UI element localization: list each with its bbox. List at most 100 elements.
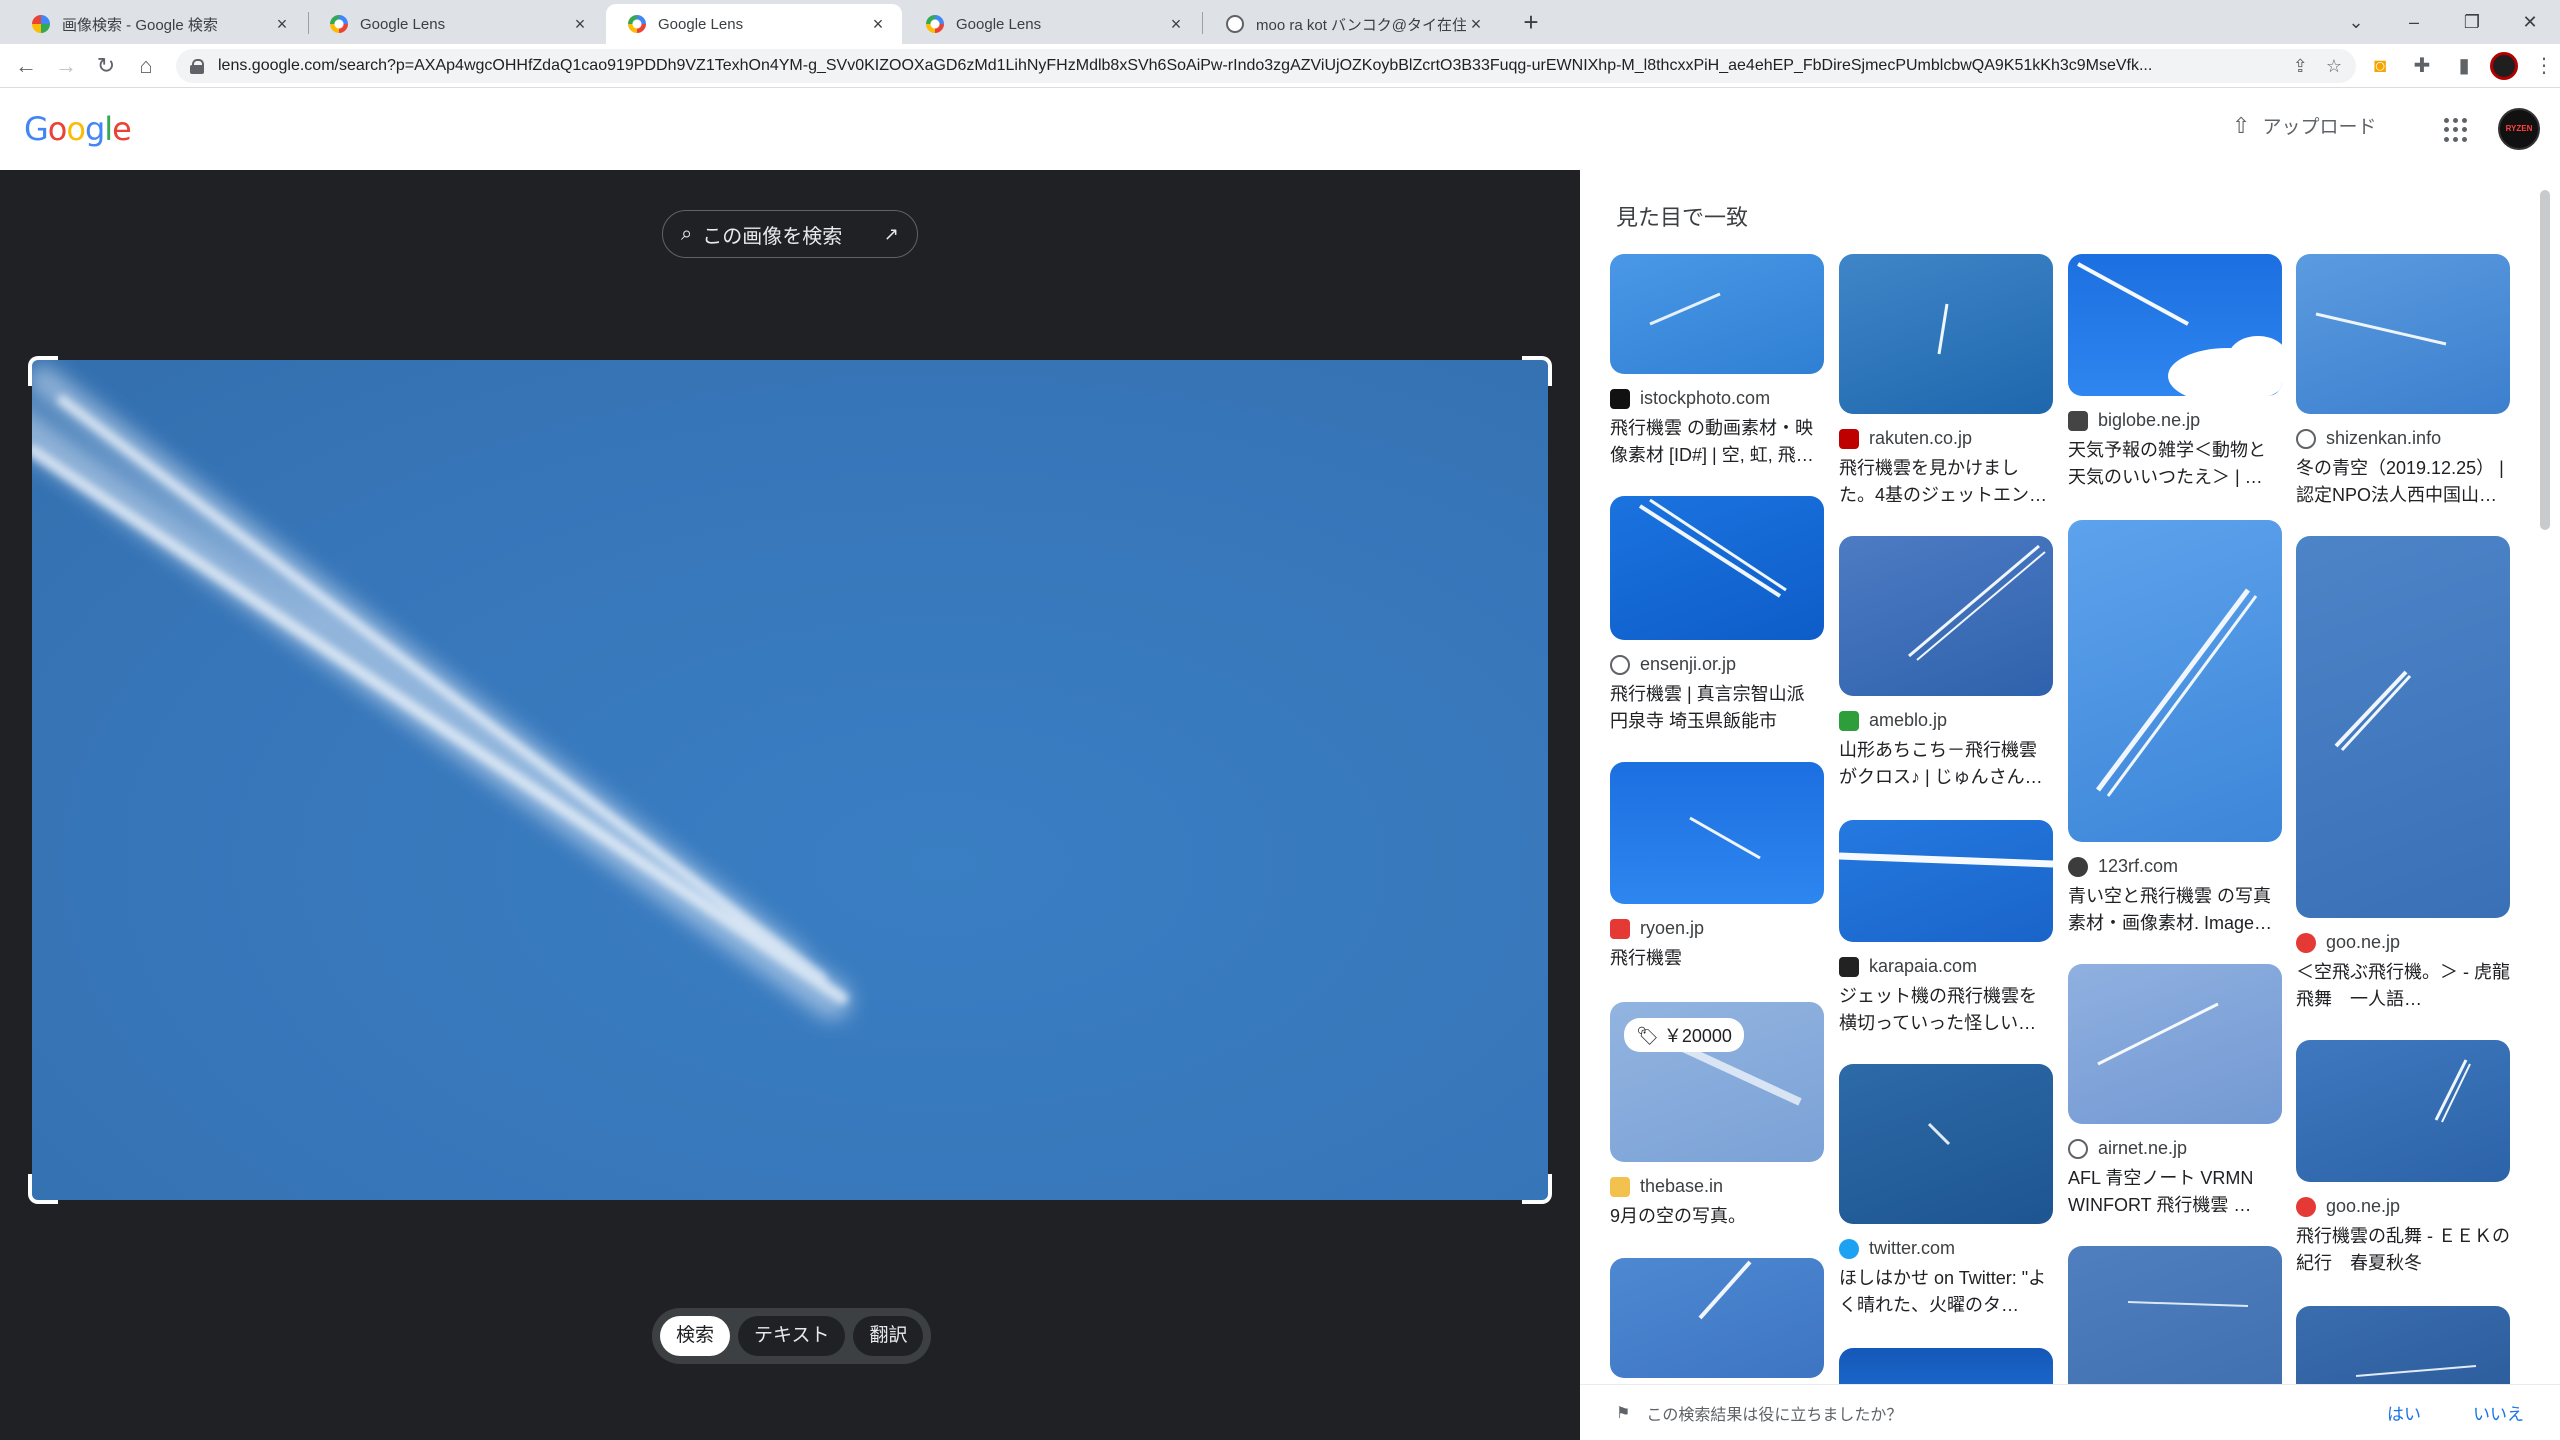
result-thumbnail[interactable] — [2068, 254, 2282, 396]
google-icon — [32, 15, 50, 33]
query-image[interactable] — [32, 360, 1548, 1200]
result-thumbnail[interactable] — [2296, 1040, 2510, 1182]
crop-handle-bottom-right[interactable] — [1522, 1174, 1552, 1204]
close-icon[interactable]: × — [868, 14, 888, 34]
tab-moo-ra-kot[interactable]: moo ra kot バンコク@タイ在住／ま × — [1204, 4, 1500, 44]
feedback-no-button[interactable]: いいえ — [2473, 1400, 2524, 1425]
crop-handle-top-left[interactable] — [28, 356, 58, 386]
search-image-label: この画像を検索 — [702, 225, 843, 248]
share-icon[interactable]: ⇪ — [2293, 56, 2308, 77]
tab-strip: 画像検索 - Google 検索 × Google Lens × Google … — [0, 0, 2560, 44]
result-card[interactable]: shizenkan.info 冬の青空（2019.12.25） | 認定NPO法… — [2296, 254, 2510, 509]
lock-icon[interactable] — [190, 59, 204, 74]
result-thumbnail[interactable]: 🏷 ￥20000 — [1610, 1002, 1824, 1162]
back-button[interactable]: ← — [10, 50, 42, 82]
tab-google-lens-3[interactable]: Google Lens × — [904, 4, 1200, 44]
result-description: 冬の青空（2019.12.25） | 認定NPO法人西中国山… — [2296, 458, 2504, 505]
address-bar[interactable]: lens.google.com/search?p=AXAp4wgcOHHfZda… — [176, 49, 2356, 83]
close-icon[interactable]: × — [1166, 14, 1186, 34]
result-thumbnail[interactable] — [2068, 964, 2282, 1124]
home-button[interactable]: ⌂ — [130, 50, 162, 82]
apps-grid-icon[interactable] — [2444, 118, 2468, 142]
result-card[interactable]: goo.ne.jp 飛行機雲の乱舞 - ＥＥＫの紀行 春夏秋冬 — [2296, 1040, 2510, 1277]
result-card[interactable]: ensenji.or.jp 飛行機雲 | 真言宗智山派 円泉寺 埼玉県飯能市 — [1610, 496, 1824, 735]
result-card[interactable]: ameblo.jp 山形あちこち－飛行機雲がクロス♪ | じゅんさん… — [1839, 536, 2053, 791]
contrail-thumbnail — [2434, 1059, 2471, 1123]
result-thumbnail[interactable] — [1839, 254, 2053, 414]
feedback-icon: ⚑ — [1616, 1404, 1631, 1422]
result-thumbnail[interactable] — [1839, 536, 2053, 696]
result-thumbnail[interactable] — [1610, 1258, 1824, 1378]
mode-translate-button[interactable]: 翻訳 — [853, 1316, 924, 1356]
result-card[interactable] — [2068, 1246, 2282, 1406]
result-thumbnail[interactable] — [1839, 1064, 2053, 1224]
result-thumbnail[interactable] — [1610, 496, 1824, 640]
result-site: thebase.in — [1640, 1176, 1724, 1196]
result-thumbnail[interactable] — [2296, 254, 2510, 414]
lens-icon — [926, 15, 944, 33]
result-card[interactable]: istockphoto.com 飛行機雲 の動画素材・映像素材 [ID#] | … — [1610, 254, 1824, 469]
close-icon[interactable]: × — [1466, 14, 1486, 34]
tab-google-lens-active[interactable]: Google Lens × — [606, 4, 902, 44]
feedback-yes-button[interactable]: はい — [2387, 1400, 2421, 1425]
maximize-button[interactable]: ❐ — [2444, 4, 2500, 40]
tab-image-search[interactable]: 画像検索 - Google 検索 × — [10, 4, 306, 44]
result-thumbnail[interactable] — [1839, 820, 2053, 942]
bookmark-star-icon[interactable]: ☆ — [2326, 56, 2342, 77]
result-card[interactable]: goo.ne.jp ＜空飛ぶ飛行機。＞ - 虎龍 飛舞 一人語… — [2296, 536, 2510, 1013]
results-scrollbar[interactable] — [2540, 190, 2550, 530]
search-this-image-button[interactable]: ⌕ この画像を検索 ↗ — [662, 210, 918, 258]
result-site: biglobe.ne.jp — [2098, 410, 2201, 430]
extensions-puzzle-icon[interactable]: ✚ — [2406, 50, 2438, 82]
result-card[interactable]: biglobe.ne.jp 天気予報の雑学＜動物と天気のいいつたえ＞ | … — [2068, 254, 2282, 491]
result-description: ＜空飛ぶ飛行機。＞ - 虎龍 飛舞 一人語… — [2296, 962, 2510, 1009]
side-panel-icon[interactable]: ▮ — [2448, 50, 2480, 82]
upload-label: アップロード — [2262, 117, 2377, 138]
result-thumbnail[interactable] — [1610, 762, 1824, 904]
result-card[interactable]: airnet.ne.jp AFL 青空ノート VRMN WINFORT 飛行機雲… — [2068, 964, 2282, 1219]
kebab-menu-icon[interactable]: ⋮ — [2528, 50, 2560, 82]
reload-button[interactable]: ↻ — [90, 50, 122, 82]
crop-handle-top-right[interactable] — [1522, 356, 1552, 386]
mode-search-button[interactable]: 検索 — [660, 1316, 731, 1356]
contrail-thumbnail — [1649, 292, 1721, 326]
result-card[interactable]: twitter.com ほしはかせ on Twitter: "よく晴れた、火曜の… — [1839, 1064, 2053, 1319]
account-avatar[interactable]: RYZEN — [2498, 108, 2540, 150]
rss-extension-icon[interactable]: ◙ — [2364, 50, 2396, 82]
new-tab-button[interactable]: + — [1516, 8, 1546, 38]
result-description: AFL 青空ノート VRMN WINFORT 飛行機雲 … — [2068, 1168, 2254, 1215]
open-external-icon[interactable]: ↗ — [884, 224, 899, 245]
contrail-thumbnail — [2077, 262, 2282, 396]
result-card[interactable]: ryoen.jp 飛行機雲 — [1610, 762, 1824, 972]
crop-handle-bottom-left[interactable] — [28, 1174, 58, 1204]
close-icon[interactable]: × — [570, 14, 590, 34]
result-card[interactable]: rakuten.co.jp 飛行機雲を見かけました。4基のジェットエン… — [1839, 254, 2053, 509]
url-text[interactable]: lens.google.com/search?p=AXAp4wgcOHHfZda… — [218, 57, 2279, 75]
globe-icon — [2068, 1138, 2088, 1159]
tab-search-button[interactable]: ⌄ — [2328, 4, 2384, 40]
result-thumbnail[interactable] — [2068, 520, 2282, 842]
result-thumbnail[interactable] — [2068, 1246, 2282, 1406]
contrail-thumbnail — [1839, 852, 2053, 868]
contrail-thumbnail — [1689, 816, 1761, 860]
result-card[interactable] — [1610, 1258, 1824, 1378]
close-icon[interactable]: × — [272, 14, 292, 34]
window-close-button[interactable]: ✕ — [2502, 4, 2558, 40]
minimize-button[interactable]: – — [2386, 4, 2442, 40]
contrail-thumbnail — [2097, 1002, 2219, 1066]
result-thumbnail[interactable] — [2296, 536, 2510, 918]
forward-button[interactable]: → — [50, 50, 82, 82]
contrail-thumbnail — [1937, 303, 1949, 355]
tab-title: moo ra kot バンコク@タイ在住／ま — [1256, 16, 1466, 34]
mode-text-button[interactable]: テキスト — [738, 1316, 846, 1356]
result-card[interactable]: 🏷 ￥20000 thebase.in 9月の空の写真。 — [1610, 1002, 1824, 1230]
result-card[interactable]: karapaia.com ジェット機の飛行機雲を横切っていった怪しい… — [1839, 820, 2053, 1037]
google-logo[interactable]: Google — [24, 110, 132, 148]
profile-avatar-icon[interactable] — [2490, 52, 2518, 80]
ryoen-icon — [1610, 918, 1630, 939]
result-thumbnail[interactable] — [1610, 254, 1824, 374]
price-badge: 🏷 ￥20000 — [1624, 1018, 1744, 1052]
upload-button[interactable]: ⇧ アップロード — [2232, 112, 2376, 139]
result-card[interactable]: 123rf.com 青い空と飛行機雲 の写真素材・画像素材. Image… — [2068, 520, 2282, 937]
tab-google-lens-1[interactable]: Google Lens × — [308, 4, 604, 44]
